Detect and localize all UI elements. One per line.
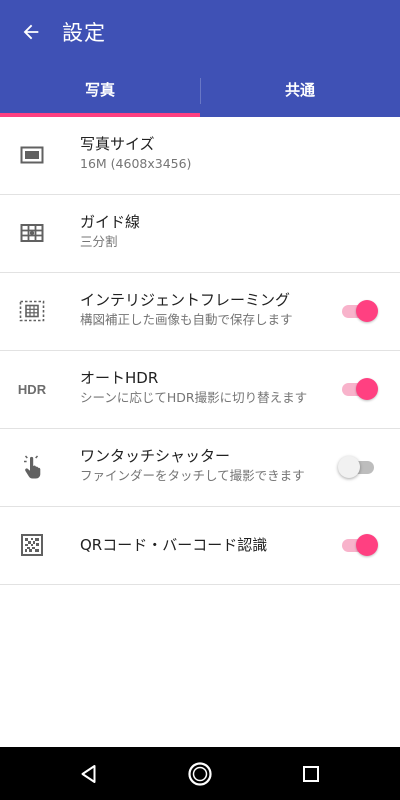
app-bar: 設定 <box>0 0 400 62</box>
nav-back-button[interactable] <box>72 757 106 791</box>
app-header: 設定 写真 共通 <box>0 0 400 117</box>
camera-settings-screen: 設定 写真 共通 写真サイズ 16M (4608x3456) ガイド線 三分割 … <box>0 0 400 800</box>
setting-qr-barcode[interactable]: QRコード・バーコード認識 <box>0 507 400 585</box>
qr-code-icon <box>21 534 43 556</box>
qr-barcode-toggle[interactable] <box>338 533 378 557</box>
setting-title: ガイド線 <box>80 213 141 231</box>
setting-grid-lines[interactable]: ガイド線 三分割 <box>0 195 400 273</box>
setting-value: 16M (4608x3456) <box>80 156 192 171</box>
hdr-icon: HDR <box>17 381 47 397</box>
setting-title: 写真サイズ <box>80 135 155 153</box>
tab-bar: 写真 共通 <box>0 62 400 117</box>
page-title: 設定 <box>62 21 106 45</box>
setting-title: ワンタッチシャッター <box>80 447 231 465</box>
recents-square-icon <box>303 766 319 782</box>
tab-photo[interactable]: 写真 <box>0 62 200 117</box>
setting-auto-hdr[interactable]: HDR オートHDR シーンに応じてHDR撮影に切り替えます <box>0 351 400 429</box>
setting-photo-size[interactable]: 写真サイズ 16M (4608x3456) <box>0 117 400 195</box>
setting-description: シーンに応じてHDR撮影に切り替えます <box>80 390 308 405</box>
setting-title: オートHDR <box>80 369 159 387</box>
one-touch-shutter-toggle[interactable] <box>338 455 378 479</box>
setting-title: インテリジェントフレーミング <box>80 291 291 309</box>
intelligent-framing-icon <box>19 300 45 322</box>
touch-shutter-icon <box>24 455 41 479</box>
setting-value: 三分割 <box>80 234 118 249</box>
settings-list: 写真サイズ 16M (4608x3456) ガイド線 三分割 インテリジェントフ… <box>0 117 400 585</box>
back-triangle-icon <box>81 765 96 783</box>
intelligent-framing-toggle[interactable] <box>338 299 378 323</box>
auto-hdr-toggle[interactable] <box>338 377 378 401</box>
arrow-back-icon <box>23 24 39 40</box>
back-button[interactable] <box>14 15 48 49</box>
photo-size-icon <box>20 146 44 164</box>
setting-title: QRコード・バーコード認識 <box>80 536 268 554</box>
system-navigation-bar <box>0 747 400 800</box>
tab-common[interactable]: 共通 <box>200 62 400 117</box>
setting-description: ファインダーをタッチして撮影できます <box>80 468 305 483</box>
setting-one-touch-shutter[interactable]: ワンタッチシャッター ファインダーをタッチして撮影できます <box>0 429 400 507</box>
setting-intelligent-framing[interactable]: インテリジェントフレーミング 構図補正した画像も自動で保存します <box>0 273 400 351</box>
grid-lines-icon <box>20 224 44 242</box>
home-circle-icon <box>188 762 212 786</box>
nav-home-button[interactable] <box>183 757 217 791</box>
setting-description: 構図補正した画像も自動で保存します <box>80 312 293 327</box>
nav-recents-button[interactable] <box>294 757 328 791</box>
